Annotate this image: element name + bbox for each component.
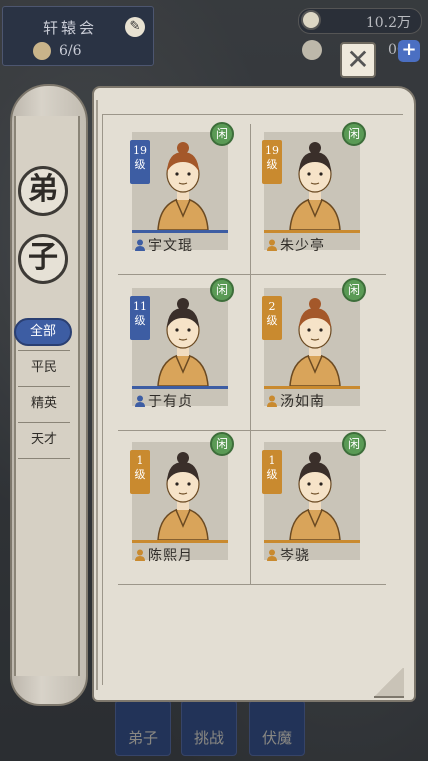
name-row: 于有贞: [134, 391, 234, 411]
sect-name: 轩辕会: [43, 19, 98, 37]
person-icon: [267, 549, 277, 561]
row-divider: [118, 274, 386, 275]
tier-bar: [264, 230, 360, 233]
level-unit: 级: [266, 314, 278, 327]
name-row: 汤如南: [266, 391, 366, 411]
level-badge: 1级: [130, 450, 150, 494]
member-count: 6/6: [59, 43, 82, 59]
level-value: 1: [136, 454, 144, 467]
tab-genius[interactable]: 天才: [16, 426, 72, 454]
idle-status-badge: 闲: [210, 122, 234, 146]
idle-status-badge: 闲: [342, 122, 366, 146]
level-unit: 级: [134, 468, 146, 481]
disciple-portrait: [157, 142, 209, 230]
name-row: 宇文琨: [134, 235, 234, 255]
person-icon: [267, 239, 277, 251]
level-unit: 级: [134, 158, 146, 171]
level-badge: 1级: [262, 450, 282, 494]
disciple-portrait: [289, 452, 341, 540]
disciple-name: 宇文琨: [148, 238, 193, 254]
disciple-portrait: [157, 452, 209, 540]
disciple-name: 汤如南: [280, 394, 325, 410]
close-button[interactable]: ✕: [340, 42, 376, 78]
person-icon: [135, 549, 145, 561]
idle-status-badge: 闲: [342, 278, 366, 302]
currency-bar: 10.2万: [298, 8, 422, 34]
tab-divider: [18, 458, 70, 459]
disciple-card[interactable]: 1 级 闲岑骁: [252, 432, 380, 582]
idle-status-badge: 闲: [342, 432, 366, 456]
tier-bar: [264, 386, 360, 389]
level-value: 19: [265, 144, 279, 157]
level-value: 19: [133, 144, 147, 157]
tab-divider: [18, 422, 70, 423]
level-badge: 2级: [262, 296, 282, 340]
disciple-name: 朱少亭: [280, 238, 325, 254]
page-edge: [96, 100, 98, 690]
currency-value: 10.2万: [365, 15, 411, 31]
person-icon: [267, 395, 277, 407]
pouch-icon: [302, 40, 322, 60]
disciple-card[interactable]: 1 级 闲陈熙月: [120, 432, 248, 582]
tab-common[interactable]: 平民: [16, 354, 72, 382]
disciple-name: 于有贞: [148, 394, 193, 410]
level-unit: 级: [266, 158, 278, 171]
column-divider: [250, 124, 251, 584]
brush-icon[interactable]: ✎: [125, 17, 145, 37]
name-row: 陈熙月: [134, 545, 234, 565]
level-unit: 级: [266, 468, 278, 481]
add-currency-button[interactable]: +: [398, 40, 420, 62]
level-value: 2: [268, 300, 276, 313]
person-icon: [135, 395, 145, 407]
row-divider: [118, 430, 386, 431]
disciple-portrait: [289, 142, 341, 230]
level-unit: 级: [134, 314, 146, 327]
coin-icon: [301, 10, 321, 30]
tier-bar: [264, 540, 360, 543]
disciple-card[interactable]: 19 级 闲宇文琨: [120, 122, 248, 272]
level-value: 1: [268, 454, 276, 467]
tier-bar: [132, 230, 228, 233]
level-value: 11: [133, 300, 147, 313]
level-badge: 11 级: [130, 296, 150, 340]
disciple-card[interactable]: 19 级 闲朱少亭: [252, 122, 380, 272]
sect-info-panel: 轩辕会 ✎ 6/6: [2, 6, 154, 66]
page-curl: [374, 668, 404, 698]
title-char-disciple: 弟: [18, 166, 68, 216]
level-badge: 19 级: [130, 140, 150, 184]
disciple-name: 陈熙月: [148, 548, 193, 564]
tier-bar: [132, 540, 228, 543]
name-row: 岑骁: [266, 545, 366, 565]
disciple-card[interactable]: 2 级 闲汤如南: [252, 278, 380, 428]
name-row: 朱少亭: [266, 235, 366, 255]
row-divider: [118, 584, 386, 585]
idle-status-badge: 闲: [210, 432, 234, 456]
disciple-card[interactable]: 11 级 闲于有贞: [120, 278, 248, 428]
disciple-name: 岑骁: [280, 548, 310, 564]
title-char-child: 子: [18, 234, 68, 284]
idle-status-badge: 闲: [210, 278, 234, 302]
tier-bar: [132, 386, 228, 389]
tab-all[interactable]: 全部: [14, 318, 72, 346]
member-icon: [33, 42, 51, 60]
person-icon: [135, 239, 145, 251]
level-badge: 19 级: [262, 140, 282, 184]
tab-elite[interactable]: 精英: [16, 390, 72, 418]
disciple-portrait: [289, 298, 341, 386]
tab-divider: [18, 350, 70, 351]
disciple-portrait: [157, 298, 209, 386]
tab-divider: [18, 386, 70, 387]
